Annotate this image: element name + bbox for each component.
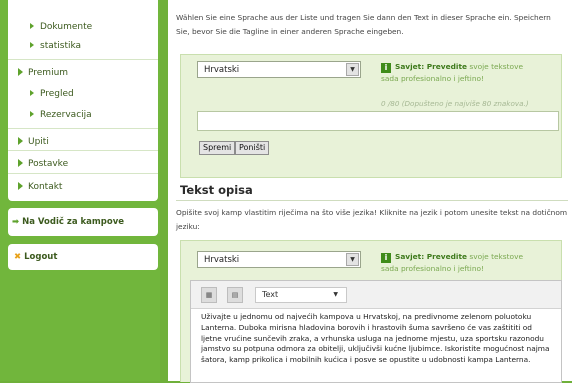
bullet-icon [30,111,34,117]
translate-tip: i Savjet: Prevedite svoje tekstove sada p… [381,61,541,84]
info-icon: i [381,63,391,73]
vodic-link[interactable]: ➡ Na Vodič za kampove [12,217,124,227]
tip-title: Savjet: Prevedite [395,62,468,71]
logout-label: Logout [24,252,58,262]
paste-icon[interactable]: ▤ [227,287,243,303]
bullet-icon [30,90,34,96]
tagline-intro: Wählen Sie eine Sprache aus der Liste un… [176,13,551,36]
sidebar-item-premium[interactable]: Premium [18,68,68,78]
tagline-panel: Hrvatski ▼ i Savjet: Prevedite svoje teks… [180,54,562,178]
sidebar-item-label: Postavke [28,159,69,169]
bullet-icon [18,137,23,145]
arrow-right-icon: ➡ [12,217,20,227]
tagline-language-select[interactable]: Hrvatski ▼ [197,61,361,78]
bullet-icon [30,42,34,48]
nav-divider [8,150,158,151]
chevron-down-icon: ▼ [333,291,338,298]
format-select[interactable]: Text ▼ [255,287,347,303]
info-icon: i [381,253,391,263]
tagline-input[interactable] [197,111,559,131]
vodic-label: Na Vodič za kampove [22,217,125,227]
nav-divider [8,59,158,60]
cancel-button[interactable]: Poništi [235,141,270,155]
copy-icon[interactable]: ▦ [201,287,217,303]
sidebar-item-label: Rezervacija [40,110,92,120]
sidebar-item-label: Kontakt [28,182,63,192]
editor-toolbar: ▦ ▤ Text ▼ [191,281,561,309]
save-button[interactable]: Spremi [199,141,236,155]
sidebar-item-pregled[interactable]: Pregled [30,89,74,99]
bullet-icon [18,182,23,190]
nav-divider [8,173,158,174]
description-language-select[interactable]: Hrvatski ▼ [197,251,361,268]
sidebar: Dokumente statistika Premium Pregled Rez… [0,0,160,381]
sidebar-item-statistika[interactable]: statistika [30,41,81,51]
title-divider [176,200,568,201]
logout-box: ✖ Logout [8,244,158,270]
logout-link[interactable]: ✖ Logout [14,252,57,262]
sidebar-item-label: Premium [28,68,69,78]
rich-text-editor: ▦ ▤ Text ▼ Uživajte u jednomu od najveći… [190,280,562,383]
chevron-down-icon: ▼ [346,253,359,266]
sidebar-item-postavke[interactable]: Postavke [18,159,68,169]
bullet-icon [18,68,23,76]
sidebar-item-rezervacija[interactable]: Rezervacija [30,110,92,120]
sidebar-item-upiti[interactable]: Upiti [18,137,49,147]
chevron-down-icon: ▼ [346,63,359,76]
description-intro: Opišite svoj kamp vlastitim riječima na … [176,208,568,231]
sidebar-item-kontakt[interactable]: Kontakt [18,182,62,192]
char-counter: 0 /80 (Dopušteno je najviše 80 znakova.) [381,99,529,108]
vodic-box: ➡ Na Vodič za kampove [8,208,158,236]
bullet-icon [18,159,23,167]
sidebar-item-label: Upiti [28,137,49,147]
sidebar-item-label: Pregled [40,89,74,99]
bullet-icon [30,23,34,29]
nav-divider [8,128,158,129]
select-value: Hrvatski [204,65,240,75]
format-value: Text [262,290,279,299]
logout-icon: ✖ [14,252,22,262]
sidebar-item-dokumente[interactable]: Dokumente [30,22,92,32]
nav-menu: Dokumente statistika Premium Pregled Rez… [8,0,158,201]
editor-content[interactable]: Uživajte u jednomu od najvećih kampova u… [201,312,553,366]
sidebar-item-label: Dokumente [40,22,93,32]
page: Dokumente statistika Premium Pregled Rez… [0,0,572,383]
translate-tip: i Savjet: Prevedite svoje tekstove sada p… [381,251,541,274]
sidebar-item-label: statistika [40,41,82,51]
section-title: Tekst opisa [180,183,253,197]
select-value: Hrvatski [204,255,240,265]
main-content: Wählen Sie eine Sprache aus der Liste un… [168,0,572,383]
tip-title: Savjet: Prevedite [395,252,468,261]
